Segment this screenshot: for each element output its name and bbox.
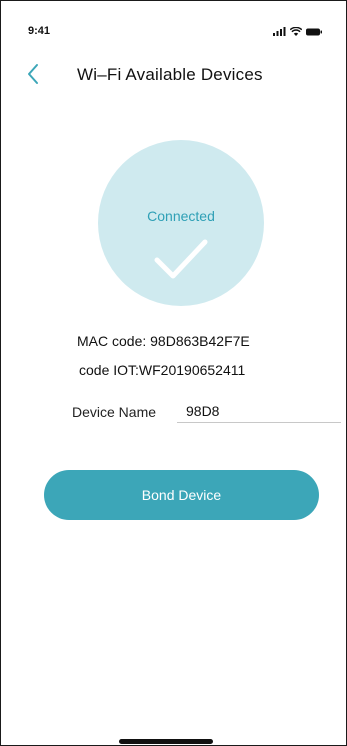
- signal-icon: [273, 27, 286, 36]
- chevron-left-icon: [28, 64, 38, 84]
- device-name-label: Device Name: [72, 404, 157, 420]
- back-button[interactable]: [21, 61, 45, 87]
- battery-icon: [306, 28, 322, 35]
- connection-status-circle: Connected: [98, 140, 264, 306]
- mac-code: MAC code: 98D863B42F7E: [77, 333, 250, 349]
- phone-screen: 9:41 Wi–Fi Available Devices Connected M…: [0, 0, 347, 746]
- wifi-icon: [290, 27, 302, 36]
- status-time: 9:41: [28, 25, 51, 37]
- iot-code: code IOT:WF20190652411: [79, 362, 246, 378]
- header: Wi–Fi Available Devices: [1, 57, 346, 93]
- home-indicator: [119, 739, 213, 744]
- status-icons: [273, 27, 322, 36]
- check-icon: [154, 239, 208, 279]
- bond-device-button[interactable]: Bond Device: [44, 470, 319, 520]
- connection-status-text: Connected: [147, 208, 215, 224]
- device-name-input[interactable]: [177, 399, 341, 423]
- page-title: Wi–Fi Available Devices: [77, 65, 263, 84]
- status-bar: 9:41: [1, 1, 346, 45]
